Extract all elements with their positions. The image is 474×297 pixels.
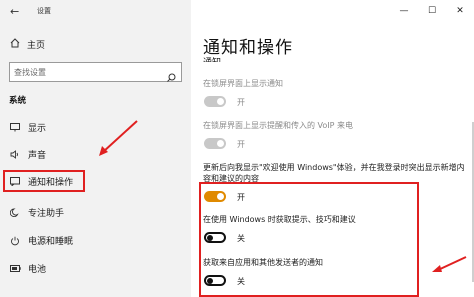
sidebar-item-power[interactable]: 电源和睡眠 (9, 234, 73, 247)
toggle-app-notifications[interactable] (204, 275, 226, 286)
focus-assist-icon (9, 207, 21, 219)
toggle-lockscreen-notifications[interactable] (204, 96, 226, 107)
toggle-state-label: 开 (237, 140, 245, 149)
toggle-state-label: 关 (237, 234, 245, 243)
sidebar-item-label: 显示 (28, 124, 47, 134)
display-icon (9, 122, 21, 134)
search-box[interactable] (9, 62, 182, 82)
toggle-knob (217, 140, 224, 147)
sidebar-item-focus-assist[interactable]: 专注助手 (9, 206, 64, 219)
sidebar-item-battery[interactable]: 电池 (9, 262, 46, 275)
back-arrow-icon[interactable]: ← (10, 5, 19, 18)
window-controls: — ☐ ✕ (390, 0, 474, 22)
sidebar-item-label: 电池 (28, 265, 47, 275)
minimize-button[interactable]: — (390, 0, 418, 22)
power-icon (9, 235, 21, 247)
toggle-tips[interactable] (204, 232, 226, 243)
nav-home[interactable]: 主页 (9, 38, 45, 51)
section-heading-notifications: 通知 (203, 55, 221, 62)
toggle-knob (217, 98, 224, 105)
sidebar: ← 设置 主页 系统 显示 声音 (0, 0, 191, 297)
nav-home-label: 主页 (27, 41, 46, 51)
sidebar-item-notifications[interactable]: 通知和操作 (9, 175, 73, 188)
setting-label-lockscreen-voip: 在锁屏界面上显示提醒和传入的 VoIP 来电 (203, 121, 354, 130)
sound-icon (9, 149, 21, 161)
search-input[interactable] (14, 65, 154, 79)
setting-label-welcome-experience: 更新后向我显示"欢迎使用 Windows"体验，并在我登录时突出显示新增内容和建… (203, 163, 465, 183)
sidebar-item-label: 通知和操作 (28, 178, 74, 188)
toggle-state-label: 开 (237, 98, 245, 107)
toggle-state-label: 关 (237, 277, 245, 286)
sidebar-item-sound[interactable]: 声音 (9, 148, 46, 161)
window-title: 设置 (37, 7, 51, 15)
notifications-icon (9, 176, 21, 188)
section-label-system: 系统 (9, 96, 27, 106)
battery-icon (9, 263, 21, 275)
scrollbar[interactable] (470, 22, 474, 297)
toggle-knob (207, 277, 213, 284)
sidebar-item-display[interactable]: 显示 (9, 121, 46, 134)
annotation-box-tips-notifications (199, 182, 419, 297)
setting-label-app-notifications: 获取来自应用和其他发送者的通知 (203, 258, 323, 267)
settings-window: ← 设置 主页 系统 显示 声音 (0, 0, 474, 297)
close-button[interactable]: ✕ (446, 0, 474, 22)
maximize-button[interactable]: ☐ (418, 0, 446, 22)
sidebar-item-label: 电源和睡眠 (28, 237, 74, 247)
search-icon[interactable] (167, 67, 176, 82)
titlebar: ← 设置 (0, 0, 191, 22)
main-pane: — ☐ ✕ 通知和操作 通知 在锁屏界面上显示通知 开 在锁屏界面上显示提醒和传… (191, 0, 474, 297)
sidebar-item-label: 声音 (28, 151, 47, 161)
setting-label-tips: 在使用 Windows 时获取提示、技巧和建议 (203, 215, 356, 224)
toggle-knob (207, 234, 213, 241)
sidebar-item-label: 专注助手 (28, 209, 65, 219)
home-icon (9, 38, 21, 51)
setting-label-lockscreen-notifications: 在锁屏界面上显示通知 (203, 79, 283, 88)
toggle-lockscreen-voip[interactable] (204, 138, 226, 149)
